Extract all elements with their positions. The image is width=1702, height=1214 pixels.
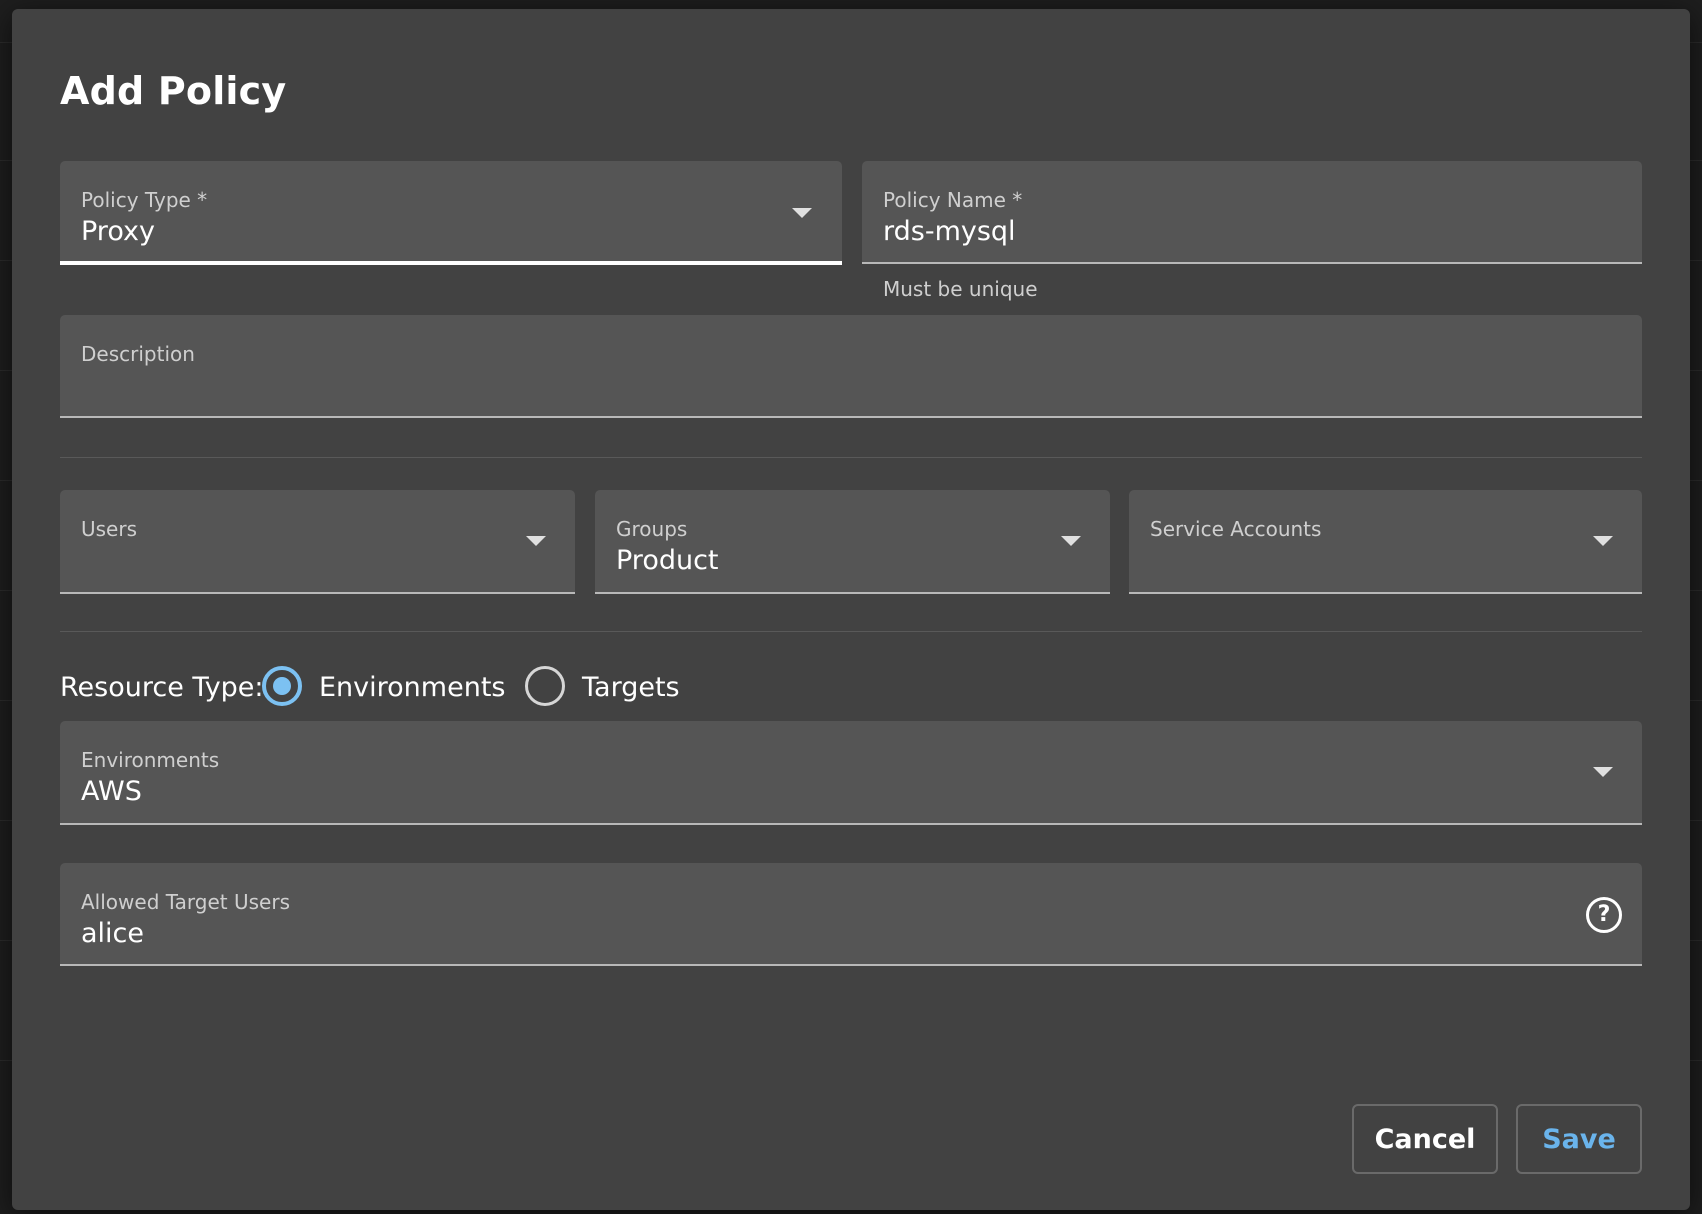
chevron-down-icon [1593, 767, 1613, 777]
add-policy-dialog: Add Policy Policy Type * Proxy Policy Na… [12, 9, 1690, 1210]
policy-name-helper-text: Must be unique [883, 277, 1038, 301]
help-circle-icon[interactable]: ? [1586, 897, 1622, 933]
policy-type-select[interactable]: Policy Type * Proxy [60, 161, 842, 265]
chevron-down-icon [792, 208, 812, 218]
users-select[interactable]: Users [60, 490, 575, 594]
chevron-down-icon [1061, 536, 1081, 546]
cancel-button[interactable]: Cancel [1352, 1104, 1498, 1174]
groups-label: Groups [616, 517, 688, 541]
radio-targets-label[interactable]: Targets [582, 672, 680, 703]
section-divider [60, 457, 1642, 458]
policy-name-label: Policy Name * [883, 188, 1023, 212]
environments-label: Environments [81, 748, 220, 772]
users-label: Users [81, 517, 138, 541]
chevron-down-icon [1593, 536, 1613, 546]
policy-type-label: Policy Type * [81, 188, 208, 212]
service-accounts-label: Service Accounts [1150, 517, 1322, 541]
groups-value: Product [616, 545, 719, 576]
section-divider [60, 631, 1642, 632]
policy-type-value: Proxy [81, 216, 155, 247]
allowed-target-users-field[interactable]: Allowed Target Users alice ? [60, 863, 1642, 966]
description-label: Description [81, 342, 195, 366]
dialog-title: Add Policy [60, 69, 287, 113]
service-accounts-select[interactable]: Service Accounts [1129, 490, 1642, 594]
radio-dot [273, 677, 291, 695]
radio-environments-label[interactable]: Environments [319, 672, 505, 703]
groups-select[interactable]: Groups Product [595, 490, 1110, 594]
allowed-target-users-value: alice [81, 918, 145, 949]
environments-select[interactable]: Environments AWS [60, 721, 1642, 825]
resource-type-label: Resource Type: [60, 672, 264, 703]
radio-environments[interactable] [262, 666, 302, 706]
allowed-target-users-label: Allowed Target Users [81, 890, 290, 914]
policy-name-value: rds-mysql [883, 216, 1016, 247]
radio-targets[interactable] [525, 666, 565, 706]
description-field[interactable]: Description [60, 315, 1642, 418]
environments-value: AWS [81, 776, 142, 807]
save-button[interactable]: Save [1516, 1104, 1642, 1174]
policy-name-field[interactable]: Policy Name * rds-mysql [862, 161, 1642, 264]
chevron-down-icon [526, 536, 546, 546]
